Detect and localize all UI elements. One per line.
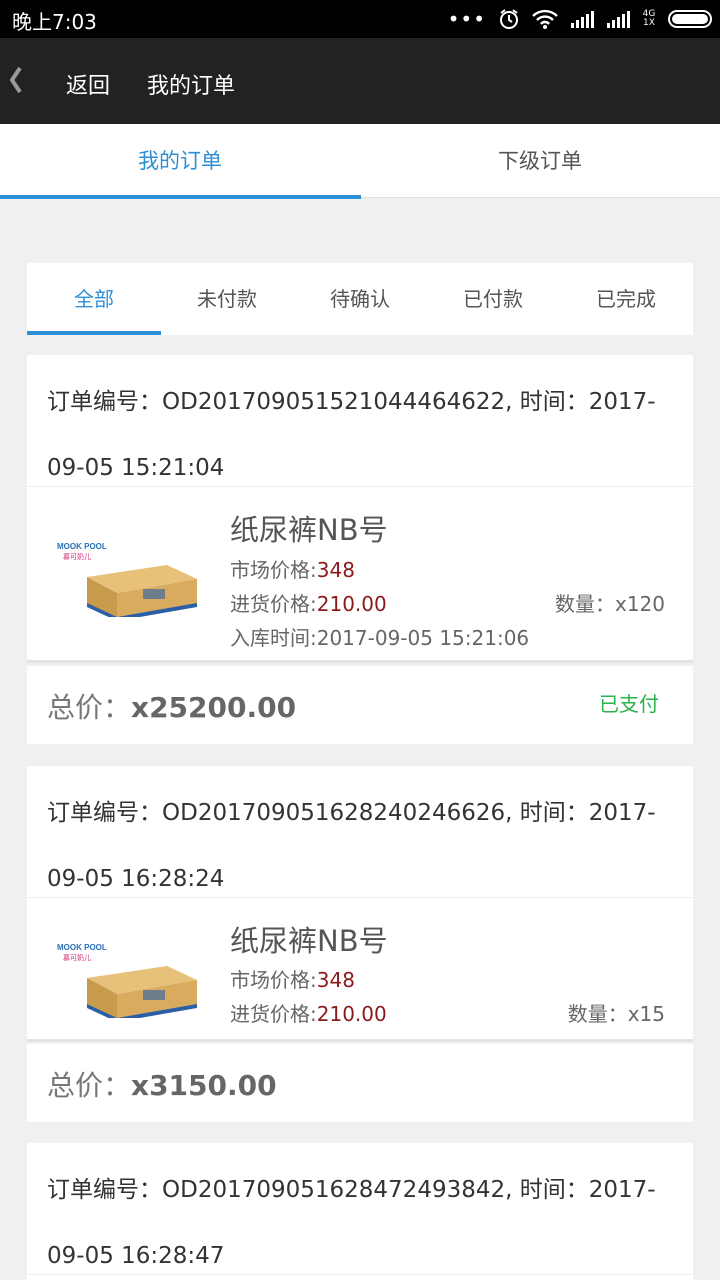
alarm-icon (500, 9, 518, 29)
market-price-label: 市场价格: (230, 558, 317, 582)
order-time-continued: 09-05 16:28:47 (47, 1243, 225, 1269)
app-header: 返回 我的订单 (0, 38, 720, 124)
order-total: 总价：x25200.00 (47, 686, 296, 726)
market-price-label: 市场价格: (230, 968, 317, 992)
purchase-price-line: 进货价格:210.00 (230, 998, 387, 1027)
market-price-value: 348 (316, 968, 355, 992)
chevron-left-icon[interactable] (8, 65, 24, 95)
signal-2-icon (607, 11, 630, 28)
market-price-value: 348 (316, 558, 355, 582)
product-row[interactable]: MOOK POOL 慕可奶儿 纸尿裤NB号 市场价格:348 进货价格:210.… (27, 898, 693, 1042)
svg-text:MOOK POOL: MOOK POOL (57, 542, 107, 551)
status-bar: 晚上7:03 ••• 4G 1X (0, 0, 720, 38)
order-id-time: 订单编号：OD201709051521044464622, 时间：2017- (47, 389, 656, 415)
svg-text:慕可奶儿: 慕可奶儿 (63, 552, 91, 561)
order-card[interactable]: 订单编号：OD201709051521044464622, 时间：2017- 0… (27, 355, 693, 663)
battery-icon (668, 10, 712, 28)
svg-text:慕可奶儿: 慕可奶儿 (63, 953, 91, 962)
order-header: 订单编号：OD201709051628240246626, 时间：2017- 0… (27, 766, 693, 898)
signal-icon (571, 11, 594, 28)
product-image: MOOK POOL 慕可奶儿 (57, 943, 197, 1018)
order-total: 总价：x3150.00 (47, 1064, 277, 1104)
back-button[interactable]: 返回 (66, 68, 110, 100)
total-value: x25200.00 (131, 691, 297, 724)
tab-unpaid[interactable]: 未付款 (160, 263, 294, 335)
product-image: MOOK POOL 慕可奶儿 (57, 542, 197, 617)
tab-all[interactable]: 全部 (27, 263, 161, 335)
more-dots-icon: ••• (447, 7, 486, 31)
purchase-price-line: 进货价格:210.00 (230, 588, 387, 617)
order-status-tabs: 全部 未付款 待确认 已付款 已完成 (27, 263, 693, 335)
status-time: 晚上7:03 (12, 10, 97, 34)
product-name: 纸尿裤NB号 (230, 924, 388, 958)
market-price-line: 市场价格:348 (230, 554, 355, 583)
order-scope-tabs: 我的订单 下级订单 (0, 124, 720, 199)
svg-text:MOOK POOL: MOOK POOL (57, 943, 107, 952)
order-header: 订单编号：OD201709051628472493842, 时间：2017- 0… (27, 1143, 693, 1275)
order-header: 订单编号：OD201709051521044464622, 时间：2017- 0… (27, 355, 693, 487)
quantity: 数量：x120 (554, 592, 665, 616)
market-price-line: 市场价格:348 (230, 964, 355, 993)
total-label: 总价： (47, 691, 132, 724)
purchase-price-value: 210.00 (316, 1002, 387, 1026)
total-value: x3150.00 (131, 1069, 277, 1102)
total-label: 总价： (47, 1069, 132, 1102)
order-id-time: 订单编号：OD201709051628240246626, 时间：2017- (47, 800, 656, 826)
wifi-icon (532, 9, 558, 29)
stock-in-time: 入库时间:2017-09-05 15:21:06 (230, 626, 530, 650)
status-icons: ••• 4G 1X (448, 6, 712, 32)
order-id-time: 订单编号：OD201709051628472493842, 时间：2017- (47, 1177, 656, 1203)
network-type-bottom: 1X (643, 18, 655, 28)
order-total-bar: 总价：x25200.00 已支付 (27, 666, 693, 744)
order-card[interactable]: 订单编号：OD201709051628472493842, 时间：2017- 0… (27, 1143, 693, 1280)
page-title: 我的订单 (147, 74, 236, 99)
tab-my-orders[interactable]: 我的订单 (0, 124, 361, 199)
tab-paid[interactable]: 已付款 (426, 263, 560, 335)
product-name: 纸尿裤NB号 (230, 513, 388, 547)
purchase-price-label: 进货价格: (230, 1002, 317, 1026)
tab-pending-confirm[interactable]: 待确认 (293, 263, 427, 335)
status-badge: 已支付 (599, 692, 659, 716)
purchase-price-label: 进货价格: (230, 592, 317, 616)
quantity: 数量：x15 (567, 1002, 665, 1026)
tab-completed[interactable]: 已完成 (559, 263, 693, 335)
tab-sub-orders[interactable]: 下级订单 (360, 124, 720, 198)
network-type-icon: 4G 1X (642, 10, 656, 28)
order-total-bar: 总价：x3150.00 (27, 1044, 693, 1122)
product-row[interactable]: MOOK POOL 慕可奶儿 纸尿裤NB号 市场价格:348 进货价格:210.… (27, 487, 693, 663)
order-card[interactable]: 订单编号：OD201709051628240246626, 时间：2017- 0… (27, 766, 693, 1042)
purchase-price-value: 210.00 (316, 592, 387, 616)
